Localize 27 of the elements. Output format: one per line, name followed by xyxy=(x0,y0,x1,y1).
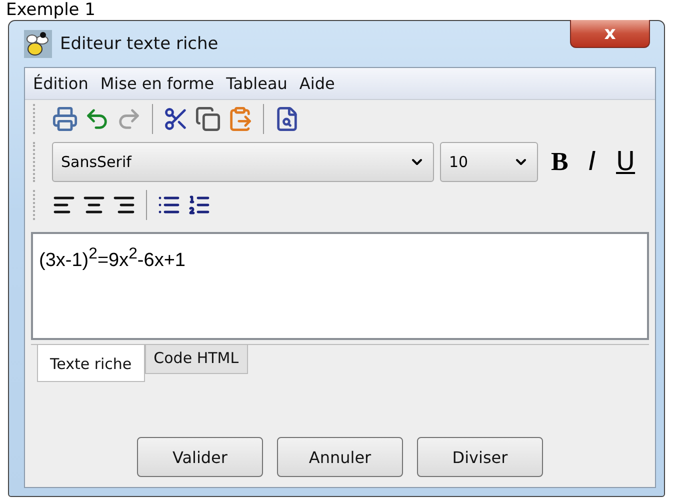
scissors-icon[interactable] xyxy=(163,106,189,132)
font-family-dropdown[interactable]: SansSerif xyxy=(52,142,434,182)
close-button[interactable]: x xyxy=(570,20,650,48)
tab[interactable]: Texte riche xyxy=(37,345,145,382)
window-title: Editeur texte riche xyxy=(60,34,218,54)
undo-icon[interactable] xyxy=(84,106,110,132)
bee-icon xyxy=(24,30,52,58)
editor-text: (3x-1)$^{2}$=9x$^{2}$-6x+1 xyxy=(39,250,186,272)
numbered-list-icon[interactable] xyxy=(187,193,211,217)
tab[interactable]: Code HTML xyxy=(144,345,248,374)
printer-icon[interactable] xyxy=(52,106,78,132)
dialog-button[interactable]: Valider xyxy=(137,437,263,477)
page-heading: Exemple 1 xyxy=(5,0,96,20)
dialog-button[interactable]: Diviser xyxy=(417,437,543,477)
text-editor[interactable]: (3x-1)$^{2}$=9x$^{2}$-6x+1 xyxy=(31,232,649,340)
print-preview-icon[interactable] xyxy=(274,106,300,132)
menu-item[interactable]: Mise en forme xyxy=(100,74,214,93)
copy-icon[interactable] xyxy=(195,106,221,132)
menu-item[interactable]: Tableau xyxy=(226,74,288,93)
font-size-dropdown[interactable]: 10 xyxy=(440,142,538,182)
paste-icon[interactable] xyxy=(227,106,253,132)
menu-item[interactable]: Aide xyxy=(299,74,335,93)
bold-button[interactable]: B xyxy=(544,147,576,177)
dialog-button[interactable]: Annuler xyxy=(277,437,403,477)
underline-button[interactable]: U xyxy=(609,147,642,177)
menu-item[interactable]: Édition xyxy=(33,74,88,93)
italic-button[interactable]: I xyxy=(581,147,604,177)
